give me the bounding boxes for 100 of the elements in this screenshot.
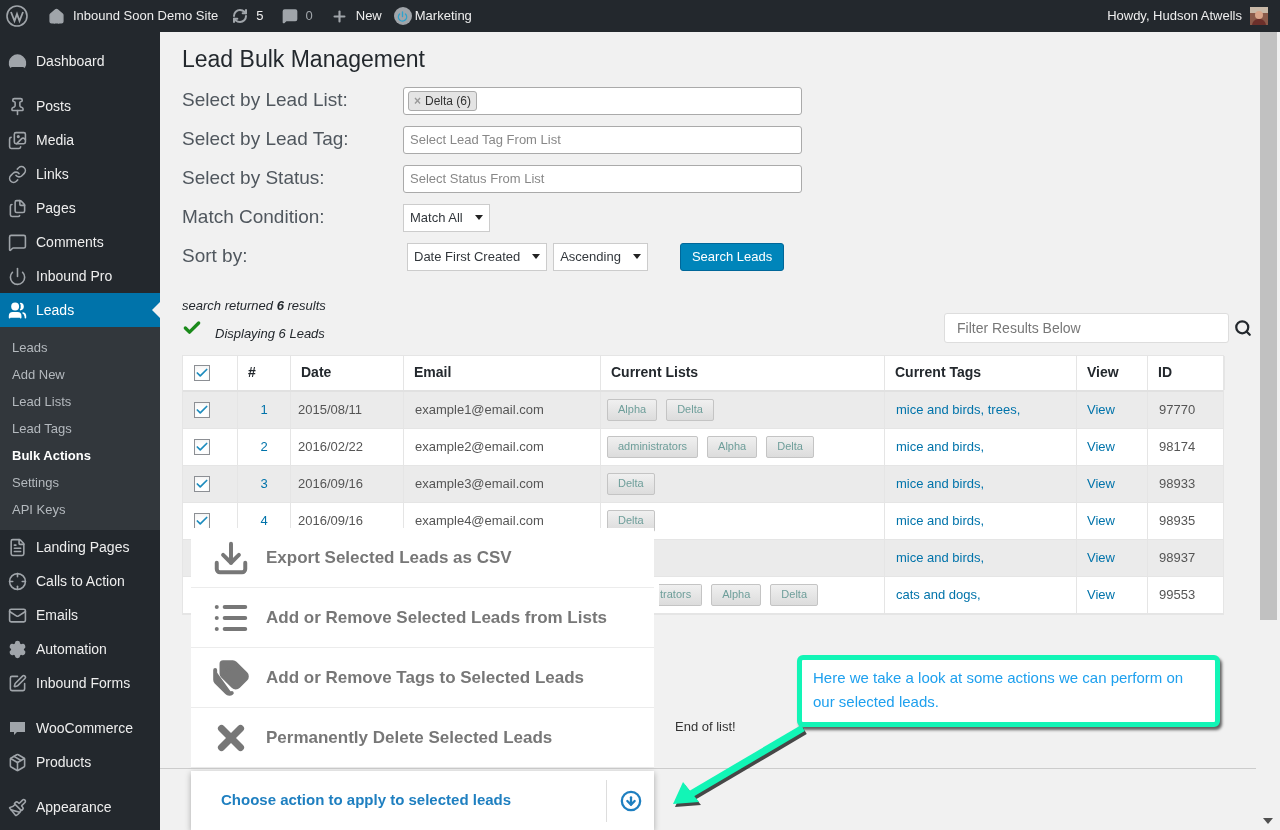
sidebar-item[interactable]: Automation — [0, 632, 160, 666]
tags-link[interactable]: mice and birds, — [896, 436, 985, 457]
sidebar-item[interactable]: Leads — [0, 293, 160, 327]
sidebar-item[interactable]: Posts — [0, 89, 160, 123]
box-icon — [8, 752, 27, 772]
images-icon — [8, 130, 27, 150]
table-cell-text: 2016/02/22 — [298, 437, 364, 456]
caret-icon — [474, 215, 483, 220]
column-header: Current Tags — [895, 363, 982, 382]
sidebar-item[interactable]: WooCommerce — [0, 711, 160, 745]
search-icon[interactable] — [1234, 318, 1252, 337]
tags-link[interactable]: mice and birds, — [896, 473, 985, 494]
view-link[interactable]: View — [1087, 547, 1115, 568]
marketing-link[interactable]: Marketing — [393, 6, 472, 26]
updates-link[interactable]: 5 — [232, 6, 264, 26]
action-chooser[interactable]: Choose action to apply to selected leads — [191, 771, 654, 830]
field-label: Select by Lead Tag: — [182, 127, 350, 152]
table-cell-text: 2 — [260, 437, 268, 456]
dropdown[interactable]: Ascending — [553, 242, 648, 271]
table-cell-text: example2@email.com — [415, 437, 544, 456]
tags-link[interactable]: mice and birds, — [896, 547, 985, 568]
search-leads-button[interactable]: Search Leads — [679, 242, 785, 271]
envelope-icon — [8, 605, 27, 625]
submenu-item[interactable]: Bulk Actions — [0, 442, 160, 469]
submenu-item[interactable]: Add New — [0, 361, 160, 388]
submenu-item[interactable]: Lead Tags — [0, 415, 160, 442]
view-link[interactable]: View — [1087, 436, 1115, 457]
checkbox[interactable] — [194, 512, 210, 529]
new-link[interactable]: New — [330, 6, 382, 26]
column-header: # — [248, 363, 256, 382]
checkbox[interactable] — [194, 364, 210, 381]
sidebar-item[interactable]: Pages — [0, 191, 160, 225]
action-menu-item[interactable]: Permanently Delete Selected Leads — [191, 708, 654, 768]
sidebar-item[interactable]: Appearance — [0, 790, 160, 824]
column-header: View — [1087, 363, 1119, 382]
site-link[interactable]: Inbound Soon Demo Site — [48, 6, 219, 26]
sidebar-item[interactable]: Media — [0, 123, 160, 157]
column-header: Current Lists — [611, 363, 699, 382]
submenu-item[interactable]: API Keys — [0, 496, 160, 523]
column-header: ID — [1158, 363, 1172, 382]
select-field[interactable]: Select Status From List — [403, 164, 802, 193]
power-icon — [393, 7, 412, 25]
tags-icon — [212, 658, 250, 697]
view-link[interactable]: View — [1087, 584, 1115, 605]
action-menu-item[interactable]: Add or Remove Selected Leads from Lists — [191, 588, 654, 648]
refresh-icon — [232, 8, 249, 24]
paintbrush-icon — [8, 797, 27, 817]
sidebar-item[interactable]: Emails — [0, 598, 160, 632]
action-menu-item[interactable]: Add or Remove Tags to Selected Leads — [191, 648, 654, 708]
filter-results-field[interactable]: Filter Results Below — [944, 312, 1229, 343]
sidebar-item[interactable]: Dashboard — [0, 44, 160, 78]
view-link[interactable]: View — [1087, 473, 1115, 494]
checkbox[interactable] — [194, 475, 210, 492]
settings-icon — [8, 639, 27, 659]
scroll-down-arrow-icon[interactable] — [1263, 818, 1273, 824]
sidebar-item[interactable]: Inbound Forms — [0, 666, 160, 700]
home-icon — [48, 7, 65, 25]
tags-link[interactable]: cats and dogs, — [896, 584, 981, 605]
dropdown[interactable]: Date First Created — [407, 242, 548, 271]
table-cell-text: 3 — [260, 474, 268, 493]
table-cell-text: 98935 — [1159, 511, 1196, 530]
sidebar-item[interactable]: Calls to Action — [0, 564, 160, 598]
table-cell-text: 98937 — [1159, 548, 1196, 567]
tags-link[interactable]: mice and birds, trees, — [896, 399, 1021, 420]
sidebar-item[interactable]: Landing Pages — [0, 530, 160, 564]
account-menu[interactable]: Howdy, Hudson Atwells — [1107, 6, 1268, 26]
sidebar-item[interactable]: Links — [0, 157, 160, 191]
sidebar-item[interactable]: Comments — [0, 225, 160, 259]
action-menu-item[interactable]: Export Selected Leads as CSV — [191, 528, 654, 588]
checkbox[interactable] — [194, 438, 210, 455]
crosshair-icon — [8, 571, 27, 591]
select-field[interactable]: Select Lead Tag From List — [403, 125, 802, 154]
field-label: Sort by: — [182, 244, 249, 269]
wordpress-logo-icon[interactable] — [6, 5, 28, 27]
table-cell-text: 2015/08/11 — [298, 400, 363, 419]
view-link[interactable]: View — [1087, 510, 1115, 531]
speech-bubble-icon — [281, 8, 298, 24]
sidebar-item[interactable]: Inbound Pro — [0, 259, 160, 293]
comments-link[interactable]: 0 — [281, 6, 313, 26]
plus-icon — [330, 7, 348, 25]
table-cell-text: example1@email.com — [415, 400, 544, 419]
dropdown[interactable]: Match All — [403, 203, 490, 232]
displaying-count: Displaying 6 Leads — [215, 324, 325, 343]
submenu-item[interactable]: Settings — [0, 469, 160, 496]
view-link[interactable]: View — [1087, 399, 1115, 420]
table-cell-text: 2016/09/16 — [298, 511, 364, 530]
table-cell-text: example3@email.com — [415, 474, 544, 493]
submenu-item[interactable]: Lead Lists — [0, 388, 160, 415]
sidebar-item[interactable]: Products — [0, 745, 160, 779]
link-icon — [8, 164, 27, 184]
selected-list-chip: × Delta (6) — [408, 90, 478, 111]
table-cell-text: 4 — [260, 511, 268, 530]
pages-icon — [8, 198, 27, 218]
submenu-item[interactable]: Leads — [0, 334, 160, 361]
lead-list-field[interactable]: × Delta (6) — [403, 86, 802, 115]
checkbox[interactable] — [194, 401, 210, 418]
search-summary: search returned 6 results — [182, 297, 326, 315]
gauge-icon — [8, 51, 27, 71]
table-cell-text: 99553 — [1159, 585, 1196, 604]
tags-link[interactable]: mice and birds, — [896, 510, 985, 531]
